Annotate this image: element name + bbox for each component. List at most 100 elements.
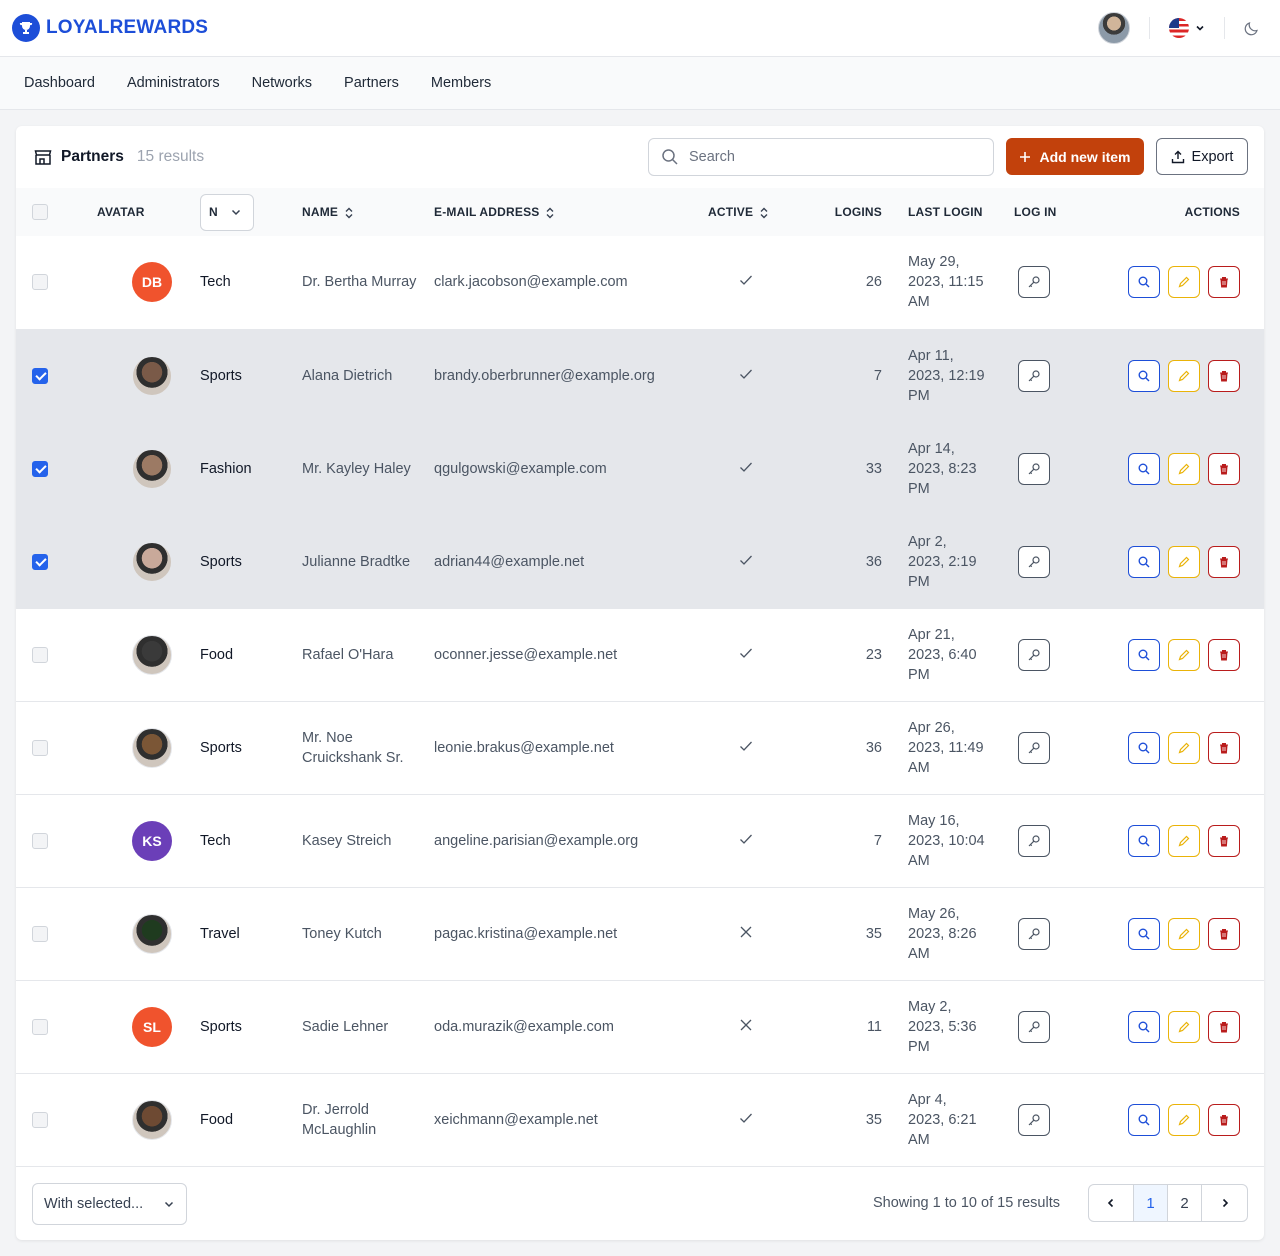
column-email-sort[interactable]: E-MAIL ADDRESS: [434, 188, 708, 236]
row-checkbox[interactable]: [32, 1018, 48, 1035]
chevron-down-icon: [164, 1201, 174, 1208]
edit-button[interactable]: [1168, 917, 1200, 950]
view-button[interactable]: [1128, 545, 1160, 578]
delete-button[interactable]: [1208, 1010, 1240, 1043]
table-row[interactable]: Food Dr. Jerrold McLaughlin xeichmann@exam…: [16, 1073, 1264, 1166]
edit-button[interactable]: [1168, 1103, 1200, 1136]
page-button-1[interactable]: 1: [1134, 1185, 1168, 1221]
export-button[interactable]: Export: [1156, 138, 1248, 175]
delete-button[interactable]: [1208, 731, 1240, 764]
table-row[interactable]: Food Rafael O'Hara oconner.jesse@example.n…: [16, 608, 1264, 701]
view-button[interactable]: [1128, 1103, 1160, 1136]
search-input[interactable]: [689, 149, 969, 165]
logins-cell: 11: [866, 1018, 882, 1035]
delete-button[interactable]: [1208, 917, 1240, 950]
view-button[interactable]: [1128, 731, 1160, 764]
row-checkbox[interactable]: [32, 1111, 48, 1128]
log-in-as-button[interactable]: [1018, 731, 1050, 764]
logins-cell: 7: [873, 367, 882, 384]
row-checkbox[interactable]: [32, 646, 48, 663]
email-cell: oda.murazik@example.com: [434, 1018, 614, 1035]
nav-administrators[interactable]: Administrators: [127, 75, 220, 91]
table-row[interactable]: Sports Mr. Noe Cruickshank Sr. leonie.brak…: [16, 701, 1264, 794]
view-button[interactable]: [1128, 266, 1160, 299]
table-row[interactable]: DB Tech Dr. Bertha Murray clark.jacobson@ex…: [16, 236, 1264, 329]
name-cell: Rafael O'Hara: [302, 646, 394, 663]
log-in-as-button[interactable]: [1018, 452, 1050, 485]
row-checkbox[interactable]: [32, 367, 48, 384]
view-button[interactable]: [1128, 452, 1160, 485]
log-in-as-button[interactable]: [1018, 1103, 1050, 1136]
view-button[interactable]: [1128, 359, 1160, 392]
table-row[interactable]: KS Tech Kasey Streich angeline.parisian@exa…: [16, 794, 1264, 887]
column-active-sort[interactable]: ACTIVE: [708, 188, 800, 236]
edit-button[interactable]: [1168, 731, 1200, 764]
avatar: [132, 727, 172, 768]
view-button[interactable]: [1128, 824, 1160, 857]
search-box[interactable]: [648, 138, 994, 176]
nav-partners[interactable]: Partners: [344, 75, 399, 91]
edit-button[interactable]: [1168, 824, 1200, 857]
row-checkbox[interactable]: [32, 925, 48, 942]
bulk-action-select[interactable]: With selected...: [32, 1183, 187, 1225]
nav-members[interactable]: Members: [431, 75, 491, 91]
row-checkbox[interactable]: [32, 739, 48, 756]
nav-networks[interactable]: Networks: [252, 75, 312, 91]
email-cell: qgulgowski@example.com: [434, 460, 607, 477]
edit-button[interactable]: [1168, 638, 1200, 671]
log-in-as-button[interactable]: [1018, 824, 1050, 857]
add-new-item-button[interactable]: Add new item: [1006, 138, 1144, 175]
network-filter-select[interactable]: N: [200, 193, 254, 231]
view-button[interactable]: [1128, 1010, 1160, 1043]
edit-button[interactable]: [1168, 452, 1200, 485]
check-icon: [740, 369, 752, 379]
edit-button[interactable]: [1168, 266, 1200, 299]
log-in-as-button[interactable]: [1018, 266, 1050, 299]
log-in-as-button[interactable]: [1018, 359, 1050, 392]
delete-button[interactable]: [1208, 266, 1240, 299]
delete-button[interactable]: [1208, 359, 1240, 392]
delete-button[interactable]: [1208, 1103, 1240, 1136]
user-avatar[interactable]: [1098, 12, 1130, 44]
logins-cell: 33: [865, 460, 882, 477]
nav-dashboard[interactable]: Dashboard: [24, 75, 95, 91]
log-in-as-button[interactable]: [1018, 545, 1050, 578]
row-checkbox[interactable]: [32, 832, 48, 849]
delete-button[interactable]: [1208, 545, 1240, 578]
divider: [1149, 17, 1150, 39]
delete-button[interactable]: [1208, 638, 1240, 671]
language-selector[interactable]: [1169, 18, 1205, 38]
pencil-icon: [1178, 928, 1190, 939]
edit-button[interactable]: [1168, 359, 1200, 392]
column-name-sort[interactable]: NAME: [302, 188, 434, 236]
edit-button[interactable]: [1168, 1010, 1200, 1043]
log-in-as-button[interactable]: [1018, 917, 1050, 950]
row-checkbox[interactable]: [32, 274, 48, 291]
logins-cell: 35: [865, 1111, 882, 1128]
moon-icon[interactable]: [1244, 20, 1260, 36]
row-checkbox[interactable]: [32, 460, 48, 477]
table-row[interactable]: Fashion Mr. Kayley Haley qgulgowski@exampl…: [16, 422, 1264, 515]
table-row[interactable]: Sports Alana Dietrich brandy.oberbrunner@e…: [16, 329, 1264, 422]
log-in-as-button[interactable]: [1018, 1010, 1050, 1043]
next-page-button[interactable]: [1202, 1185, 1247, 1221]
column-active: ACTIVE: [708, 205, 754, 219]
table-row[interactable]: Travel Toney Kutch pagac.kristina@example.…: [16, 887, 1264, 980]
view-button[interactable]: [1128, 917, 1160, 950]
delete-button[interactable]: [1208, 452, 1240, 485]
check-icon: [740, 741, 752, 751]
prev-page-button[interactable]: [1089, 1185, 1134, 1221]
row-checkbox[interactable]: [32, 553, 48, 570]
table-row[interactable]: SL Sports Sadie Lehner oda.murazik@example.…: [16, 980, 1264, 1073]
view-button[interactable]: [1128, 638, 1160, 671]
table-row[interactable]: Sports Julianne Bradtke adrian44@example.n…: [16, 515, 1264, 608]
brand-logo[interactable]: LOYALREWARDS: [12, 14, 208, 42]
delete-button[interactable]: [1208, 824, 1240, 857]
log-in-as-button[interactable]: [1018, 638, 1050, 671]
last-login-cell: Apr 26, 2023, 11:49 AM: [908, 719, 984, 776]
select-all-checkbox[interactable]: [32, 204, 48, 220]
edit-button[interactable]: [1168, 545, 1200, 578]
name-cell: Alana Dietrich: [302, 367, 393, 384]
page-button-2[interactable]: 2: [1168, 1185, 1202, 1221]
last-login-cell: May 2, 2023, 5:36 PM: [908, 998, 977, 1055]
